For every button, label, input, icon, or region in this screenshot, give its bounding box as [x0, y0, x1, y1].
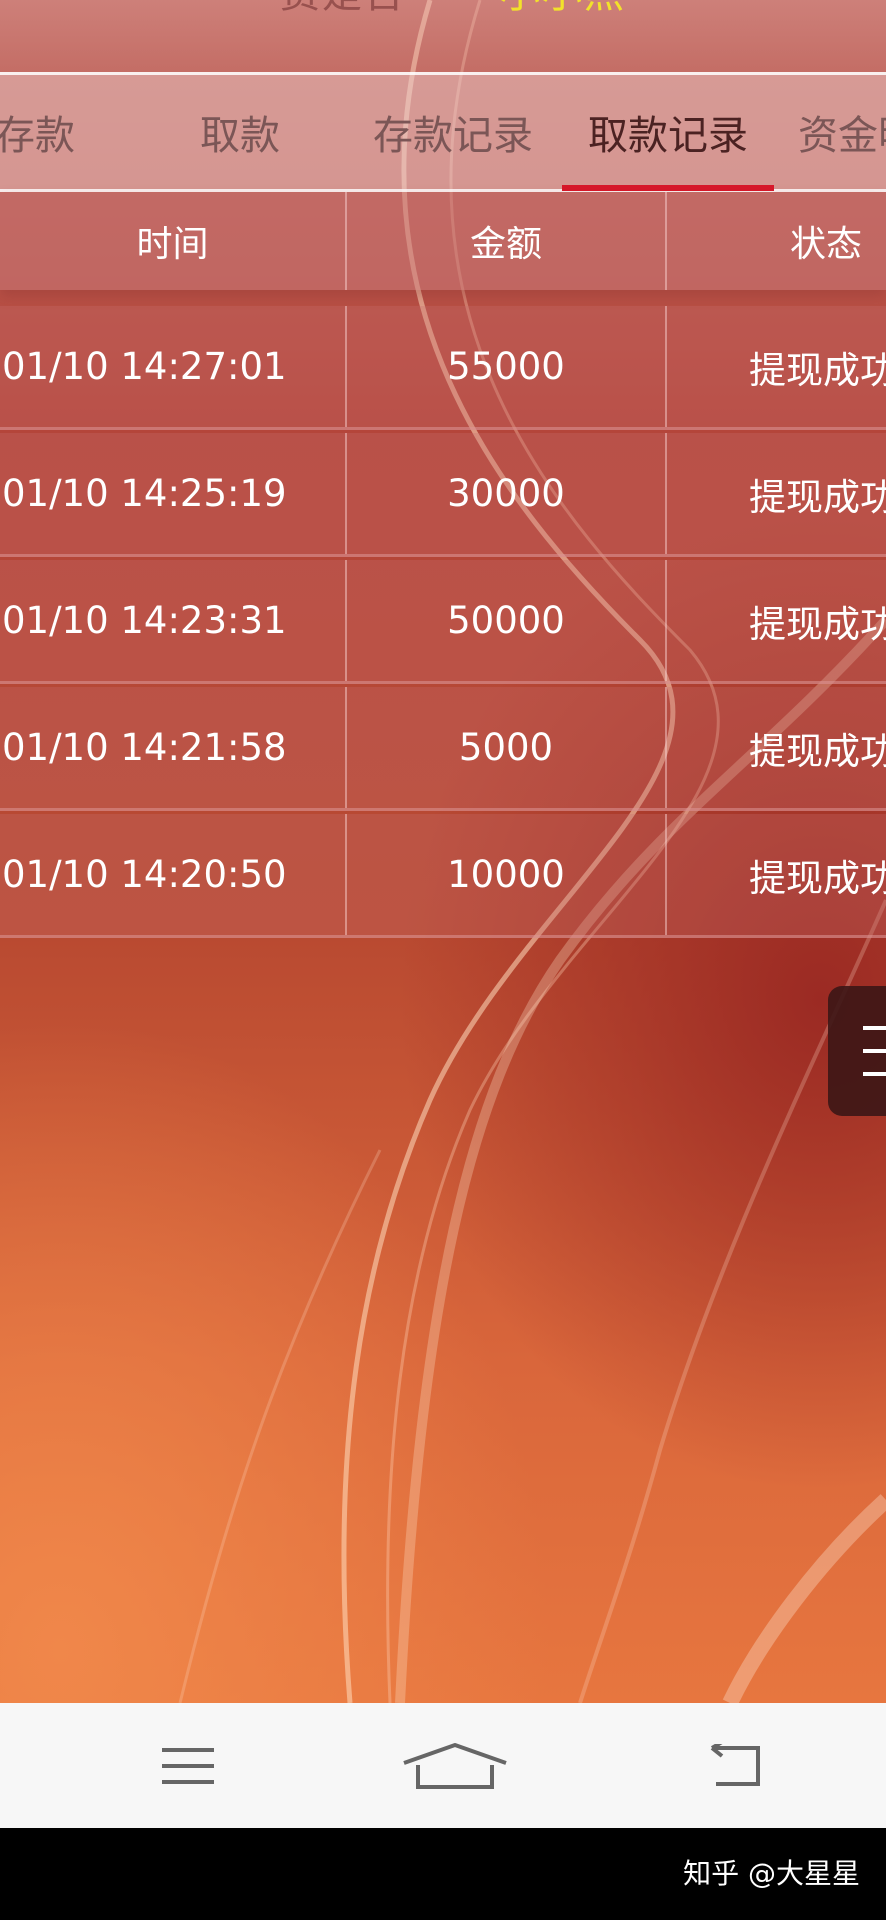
cell-amount: 10000 — [447, 853, 565, 896]
tab-withdraw-records[interactable]: 取款记录 — [578, 75, 758, 189]
cell-status: 提现成功 — [749, 729, 886, 773]
watermark-strip: 知乎 @大星星 — [0, 1828, 886, 1920]
table-header: 时间 金额 状态 — [0, 192, 886, 290]
tab-bar: 存款 取款 存款记录 取款记录 资金明 — [0, 72, 886, 192]
column-header-amount: 金额 — [469, 224, 542, 265]
tab-withdraw[interactable]: 取款 — [180, 75, 300, 189]
tab-deposit[interactable]: 存款 — [0, 75, 90, 189]
cell-status: 提现成功 — [749, 348, 886, 392]
cell-time: 01/10 14:23:31 — [2, 599, 287, 642]
cell-amount: 55000 — [447, 345, 565, 388]
tab-deposit-records[interactable]: 存款记录 — [363, 75, 543, 189]
header-fragment: 费是否 小小照 — [0, 0, 886, 72]
header-fragment-left: 费是否 — [280, 0, 406, 14]
active-tab-indicator — [562, 185, 774, 191]
nav-back-button[interactable] — [675, 1703, 795, 1828]
home-icon — [403, 1742, 507, 1789]
cell-status: 提现成功 — [749, 475, 886, 519]
nav-home-button[interactable] — [395, 1703, 515, 1828]
cell-amount: 30000 — [447, 472, 565, 515]
table-row[interactable]: 01/10 14:20:50 10000 提现成功 — [0, 814, 886, 938]
column-header-time: 时间 — [136, 224, 209, 265]
cell-status: 提现成功 — [749, 602, 886, 646]
menu-icon — [162, 1747, 214, 1784]
system-navigation-bar — [0, 1703, 886, 1828]
table-row[interactable]: 01/10 14:25:19 30000 提现成功 — [0, 433, 886, 557]
column-header-status: 状态 — [790, 224, 863, 265]
cell-time: 01/10 14:20:50 — [2, 853, 287, 896]
cell-time: 01/10 14:25:19 — [2, 472, 287, 515]
tab-fund-details[interactable]: 资金明 — [798, 75, 886, 189]
back-icon — [710, 1743, 760, 1786]
screen: 费是否 小小照 存款 取款 存款记录 取款记录 资金明 时间 金额 状态 01/… — [0, 0, 886, 1920]
watermark-text: 知乎 @大星星 — [683, 1857, 860, 1890]
cell-amount: 5000 — [458, 726, 554, 769]
cell-time: 01/10 14:27:01 — [2, 345, 287, 388]
table-row[interactable]: 01/10 14:21:58 5000 提现成功 — [0, 687, 886, 811]
cell-amount: 50000 — [447, 599, 565, 642]
cell-time: 01/10 14:21:58 — [2, 726, 287, 769]
table-row[interactable]: 01/10 14:23:31 50000 提现成功 — [0, 560, 886, 684]
nav-menu-button[interactable] — [128, 1703, 248, 1828]
floating-menu-button[interactable] — [828, 986, 886, 1116]
table-row[interactable]: 01/10 14:27:01 55000 提现成功 — [0, 306, 886, 430]
cell-status: 提现成功 — [749, 856, 886, 900]
header-fragment-right: 小小照 — [500, 0, 626, 14]
